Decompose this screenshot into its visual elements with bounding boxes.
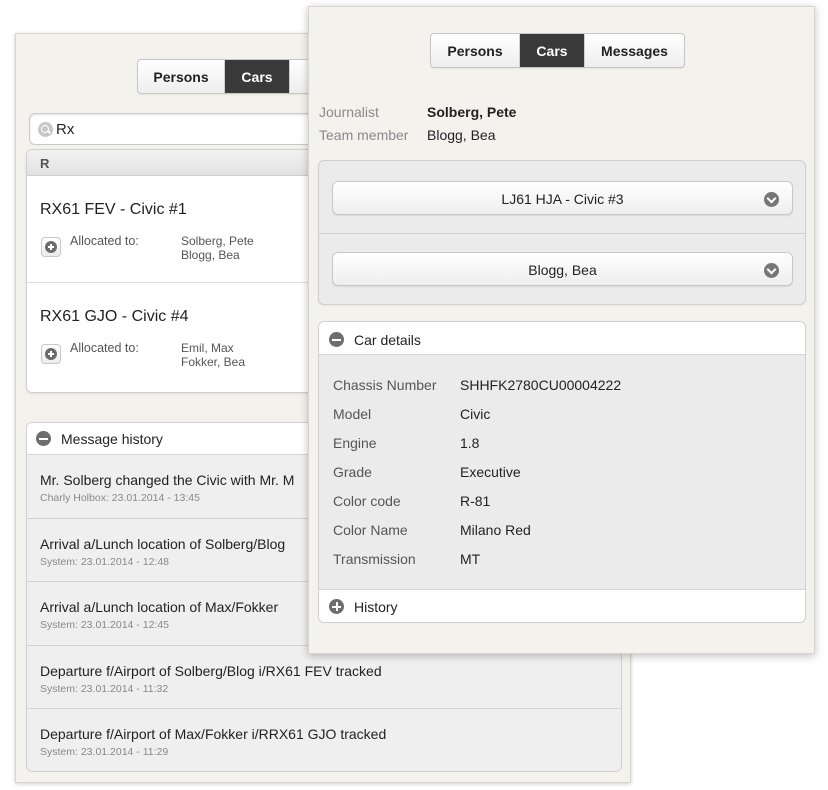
detail-label: Grade — [333, 464, 372, 480]
car-title: RX61 FEV - Civic #1 — [40, 201, 187, 218]
detail-value: SHHFK2780CU00004222 — [460, 377, 622, 393]
message-meta: Charly Holbox: 23.01.2014 - 13:45 — [40, 492, 200, 504]
collapse-icon — [36, 431, 51, 446]
allocated-name: Emil, Max — [181, 341, 234, 355]
chevron-down-icon — [764, 192, 779, 207]
car-details-header[interactable]: Car details — [319, 322, 805, 355]
plus-icon — [45, 348, 57, 360]
detail-label: Color code — [333, 493, 401, 509]
tab-persons[interactable]: Persons — [138, 60, 225, 93]
message-text: Departure f/Airport of Max/Fokker i/RRX6… — [40, 726, 387, 742]
car-details-title: Car details — [354, 332, 421, 348]
allocated-name: Blogg, Bea — [181, 248, 240, 262]
allocated-names: Emil, Max Fokker, Bea — [181, 341, 245, 369]
message-text: Departure f/Airport of Solberg/Blog i/RX… — [40, 662, 382, 679]
detail-value: MT — [460, 551, 481, 567]
history-title: History — [354, 599, 398, 615]
expand-icon — [329, 599, 344, 614]
tab-persons[interactable]: Persons — [431, 34, 520, 67]
car-details: Car details Chassis Number SHHFK2780CU00… — [318, 321, 806, 623]
message-history-title: Message history — [61, 431, 163, 447]
info-label: Journalist — [319, 104, 379, 120]
info-value: Solberg, Pete — [427, 104, 517, 120]
allocated-names: Solberg, Pete Blogg, Bea — [181, 234, 254, 262]
car-select-value: LJ61 HJA - Civic #3 — [501, 191, 624, 207]
allocated-name: Solberg, Pete — [181, 234, 254, 248]
detail-value: R-81 — [460, 493, 491, 509]
detail-label: Engine — [333, 435, 377, 451]
detail-value: Civic — [460, 406, 491, 422]
detail-value: 1.8 — [460, 435, 480, 451]
collapse-icon — [329, 332, 344, 347]
message-item[interactable]: Departure f/Airport of Max/Fokker i/RRX6… — [27, 709, 621, 771]
car-select[interactable]: LJ61 HJA - Civic #3 — [332, 181, 793, 215]
message-meta: System: 23.01.2014 - 12:48 — [40, 555, 169, 568]
detail-label: Transmission — [333, 551, 416, 567]
plus-icon — [45, 241, 57, 253]
info-value: Blogg, Bea — [427, 127, 496, 143]
search-icon — [38, 122, 53, 137]
tab-cars[interactable]: Cars — [225, 60, 290, 93]
history-header[interactable]: History — [319, 589, 805, 622]
detail-label: Color Name — [333, 522, 408, 538]
allocated-label: Allocated to: — [70, 234, 139, 248]
detail-value: Executive — [460, 464, 521, 480]
message-text: Arrival a/Lunch location of Max/Fokker — [40, 599, 279, 615]
divider — [319, 233, 805, 234]
tab-cars[interactable]: Cars — [520, 34, 585, 67]
message-text: Mr. Solberg changed the Civic with Mr. M — [40, 472, 295, 488]
chevron-down-icon — [764, 263, 779, 278]
allocated-name: Fokker, Bea — [181, 355, 246, 369]
message-item[interactable]: Departure f/Airport of Solberg/Blog i/RX… — [27, 645, 621, 709]
detail-label: Chassis Number — [333, 377, 437, 393]
selection-group: LJ61 HJA - Civic #3 Blogg, Bea — [318, 160, 806, 305]
detail-value: Milano Red — [460, 522, 531, 538]
message-meta: System: 23.01.2014 - 11:32 — [40, 682, 169, 695]
detail-label: Model — [333, 406, 372, 422]
car-title: RX61 GJO - Civic #4 — [40, 308, 189, 325]
info-label: Team member — [319, 127, 409, 143]
add-allocation-button[interactable] — [41, 237, 61, 257]
allocated-label: Allocated to: — [70, 341, 139, 355]
tab-messages[interactable]: Messages — [585, 34, 684, 67]
person-select-value: Blogg, Bea — [528, 262, 597, 278]
add-allocation-button[interactable] — [41, 344, 61, 364]
car-detail-panel: Persons Cars Messages Journalist Solberg… — [308, 6, 815, 654]
message-meta: System: 23.01.2014 - 11:29 — [40, 746, 169, 758]
person-select[interactable]: Blogg, Bea — [332, 252, 793, 286]
message-text: Arrival a/Lunch location of Solberg/Blog — [40, 535, 286, 552]
view-tabs: Persons Cars Messages — [430, 33, 685, 68]
message-meta: System: 23.01.2014 - 12:45 — [40, 619, 169, 631]
